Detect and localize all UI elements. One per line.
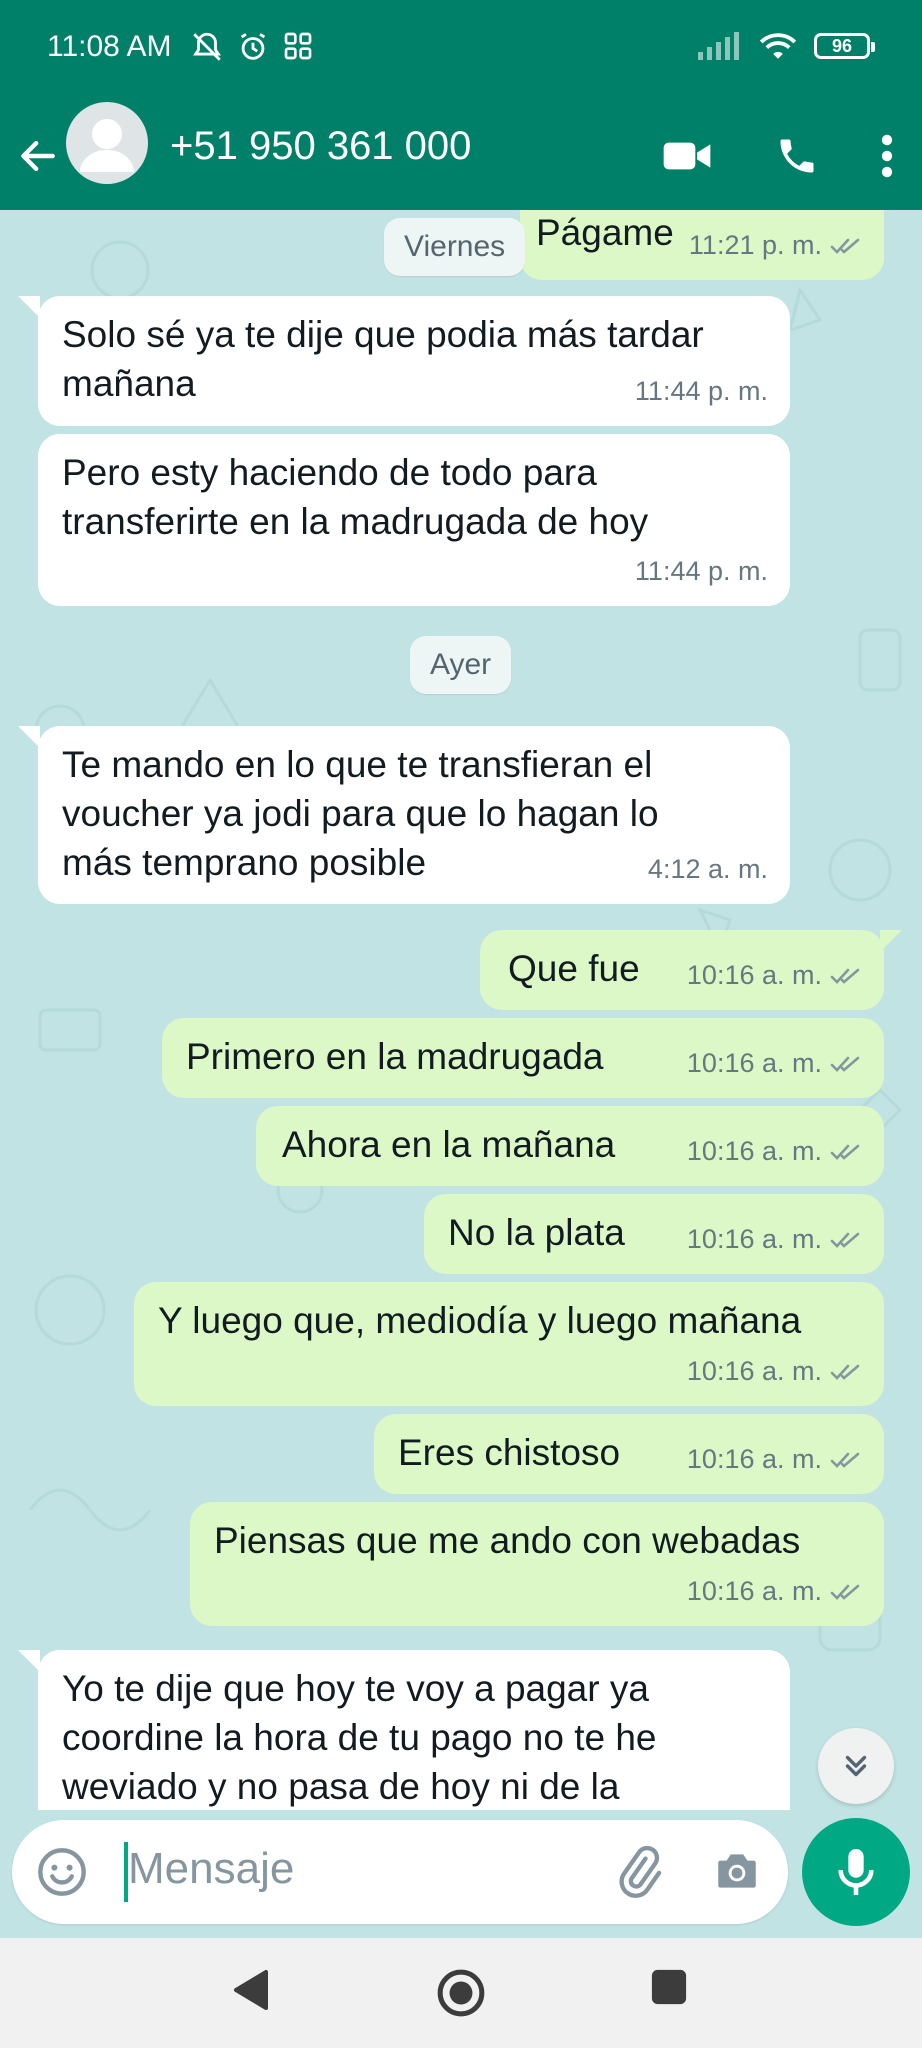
voice-call-button[interactable] xyxy=(742,134,852,178)
status-icons-left xyxy=(190,30,314,64)
message-time: 10:16 a. m. xyxy=(686,1048,822,1078)
message-meta: 4:12 a. m. xyxy=(648,845,768,894)
message-outgoing[interactable]: Que fue 10:16 a. m. xyxy=(480,930,884,1010)
double-check-icon xyxy=(830,1232,860,1248)
message-meta: 10:16 a. m. xyxy=(687,1215,864,1264)
message-outgoing[interactable]: No la plata 10:16 a. m. xyxy=(424,1194,884,1274)
double-check-icon xyxy=(830,1584,860,1600)
message-text: Te mando en lo que te transfieran el vou… xyxy=(62,744,669,883)
message-meta: 10:16 a. m. xyxy=(687,951,864,1000)
double-check-icon xyxy=(830,238,860,254)
chat-area[interactable]: Págame 11:21 p. m. Viernes Solo sé ya te… xyxy=(0,210,922,1810)
status-icons-right: 96 xyxy=(698,30,875,62)
day-label-friday: Viernes xyxy=(384,218,526,276)
message-meta: 10:16 a. m. xyxy=(687,1127,864,1176)
message-time: 10:16 a. m. xyxy=(686,1136,822,1166)
message-time: 10:16 a. m. xyxy=(686,1224,822,1254)
bubble-tail xyxy=(18,1650,40,1672)
message-time: 11:44 p. m. xyxy=(634,556,768,586)
message-outgoing[interactable]: Y luego que, mediodía y luego mañana 10:… xyxy=(134,1282,884,1406)
message-outgoing[interactable]: Primero en la madrugada 10:16 a. m. xyxy=(162,1018,884,1098)
message-incoming[interactable]: Solo sé ya te dije que podia más tardar … xyxy=(38,296,790,426)
triangle-back-icon xyxy=(234,1970,268,2010)
mic-icon xyxy=(838,1849,874,1895)
message-text: Págame xyxy=(536,212,674,253)
bell-muted-icon xyxy=(193,32,221,61)
message-time: 10:16 a. m. xyxy=(686,1356,822,1386)
message-text: Y luego que, mediodía y luego mañana xyxy=(158,1300,802,1341)
paperclip-icon[interactable] xyxy=(612,1846,664,1898)
chat-header: +51 950 361 000 xyxy=(0,102,922,210)
message-incoming[interactable]: Te mando en lo que te transfieran el vou… xyxy=(38,726,790,904)
message-time: 10:16 a. m. xyxy=(686,1576,822,1606)
status-bar: 11:08 AM 96 xyxy=(0,0,922,102)
nav-recents-button[interactable] xyxy=(650,1968,688,2006)
double-check-icon xyxy=(830,1144,860,1160)
bubble-tail xyxy=(18,296,40,318)
message-meta: 11:21 p. m. xyxy=(689,221,864,270)
message-composer: Mensaje xyxy=(12,1820,788,1924)
message-text: Piensas que me ando con webadas xyxy=(214,1520,801,1561)
signal-icon xyxy=(698,32,739,60)
emoji-icon[interactable] xyxy=(36,1846,88,1898)
nav-home-button[interactable] xyxy=(436,1968,486,2018)
message-time: 11:21 p. m. xyxy=(688,230,822,260)
message-time: 10:16 a. m. xyxy=(686,1444,822,1474)
message-meta: 10:16 a. m. xyxy=(687,1567,864,1616)
square-recents-icon xyxy=(651,1969,687,2005)
message-text: Yo te dije que hoy te voy a pagar ya coo… xyxy=(62,1668,667,1807)
header-actions xyxy=(632,102,922,210)
message-outgoing[interactable]: Eres chistoso 10:16 a. m. xyxy=(374,1414,884,1494)
status-time: 11:08 AM xyxy=(47,30,172,63)
message-text: Pero esty haciendo de todo para transfer… xyxy=(62,452,649,542)
avatar[interactable] xyxy=(66,102,148,184)
phone-icon xyxy=(780,139,814,173)
video-call-button[interactable] xyxy=(632,139,742,173)
menu-button[interactable] xyxy=(852,134,922,178)
circle-home-icon xyxy=(437,1969,485,2017)
message-time: 4:12 a. m. xyxy=(647,854,768,884)
message-time: 10:16 a. m. xyxy=(686,960,822,990)
nav-back-button[interactable] xyxy=(230,1968,270,2012)
message-meta: 10:16 a. m. xyxy=(687,1347,864,1396)
battery-level: 96 xyxy=(831,35,853,56)
scroll-to-bottom-button[interactable] xyxy=(818,1728,894,1804)
system-nav-bar xyxy=(0,1938,922,2048)
day-label-yesterday: Ayer xyxy=(410,636,512,694)
double-check-icon xyxy=(830,1452,860,1468)
double-check-icon xyxy=(830,968,860,984)
battery-indicator: 96 xyxy=(814,33,875,59)
wifi-icon xyxy=(759,33,797,59)
message-outgoing-partial[interactable]: Págame 11:21 p. m. xyxy=(520,210,884,280)
message-outgoing[interactable]: Ahora en la mañana 10:16 a. m. xyxy=(256,1106,884,1186)
double-check-icon xyxy=(830,1056,860,1072)
message-time: 11:44 p. m. xyxy=(634,376,768,406)
arrow-left-icon[interactable] xyxy=(16,126,60,186)
double-check-icon xyxy=(830,1364,860,1380)
message-incoming[interactable]: Yo te dije que hoy te voy a pagar ya coo… xyxy=(38,1650,790,1810)
alarm-icon xyxy=(240,33,266,60)
message-input[interactable]: Mensaje xyxy=(128,1844,294,1894)
bubble-tail xyxy=(18,726,40,748)
message-meta: 10:16 a. m. xyxy=(687,1039,864,1088)
double-chevron-down-icon xyxy=(845,1755,867,1777)
message-incoming[interactable]: Pero esty haciendo de todo para transfer… xyxy=(38,434,790,606)
camera-icon[interactable] xyxy=(712,1846,762,1896)
voice-message-button[interactable] xyxy=(802,1818,910,1926)
contact-name[interactable]: +51 950 361 000 xyxy=(170,124,471,169)
apps-icon xyxy=(284,32,312,60)
message-meta: 10:16 a. m. xyxy=(687,1435,864,1484)
video-call-icon xyxy=(663,142,711,170)
message-outgoing[interactable]: Piensas que me ando con webadas 10:16 a.… xyxy=(190,1502,884,1626)
more-vert-icon xyxy=(881,134,893,178)
message-meta: 11:44 p. m. xyxy=(635,547,768,596)
message-meta: 11:44 p. m. xyxy=(635,367,768,416)
